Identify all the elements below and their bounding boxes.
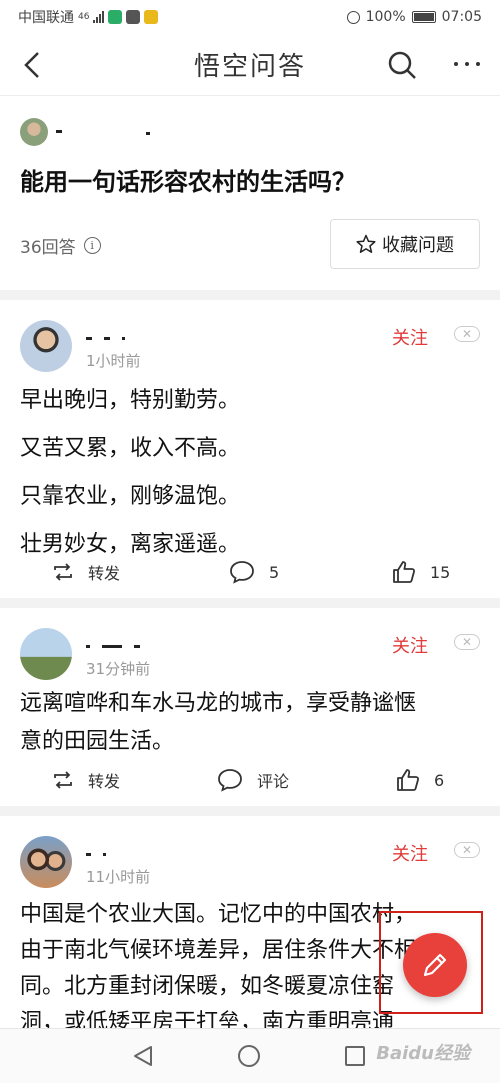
follow-button[interactable]: 关注 [392, 324, 428, 350]
question-card: 能用一句话形容农村的生活吗？ 36回答 i 收藏问题 [0, 96, 500, 290]
repost-label: 转发 [88, 564, 121, 583]
dismiss-button[interactable]: ✕ [454, 326, 480, 342]
search-icon [388, 51, 416, 79]
app-header: 悟空问答 [0, 34, 500, 96]
nav-recent-button[interactable] [345, 1046, 365, 1066]
app-notification-icon [144, 10, 159, 24]
nav-home-button[interactable] [238, 1045, 260, 1067]
username-redacted [86, 844, 118, 856]
system-nav-bar: Baidu经验 [0, 1028, 500, 1083]
carrier-label: 中国联通 [18, 10, 74, 26]
avatar[interactable] [20, 628, 72, 680]
repost-label: 转发 [88, 772, 121, 791]
info-icon[interactable]: i [83, 237, 101, 254]
answer-content: 远离喧哗和车水马龙的城市，享受静谧惬 意的田园生活。 [20, 685, 480, 761]
like-count: 15 [430, 562, 451, 582]
answer-time: 31分钟前 [86, 660, 151, 678]
comment-label: 评论 [257, 772, 290, 791]
alarm-icon [346, 10, 360, 24]
answer-actions: 转发 评论 6 [0, 768, 500, 798]
watermark: Baidu经验 [376, 1043, 470, 1064]
wechat-notification-icon [108, 10, 123, 24]
pencil-icon [423, 953, 447, 977]
follow-button[interactable]: 关注 [392, 632, 428, 658]
answer-actions: 转发 5 15 [0, 560, 500, 590]
asker-avatar[interactable] [20, 118, 48, 146]
comment-bubble-icon [230, 561, 254, 584]
answer-time: 1小时前 [86, 352, 141, 370]
comment-button[interactable]: 5 [229, 560, 279, 584]
answer-content: 早出晚归，特别勤劳。 又苦又累，收入不高。 只靠农业，刚够温饱。 壮男妙女，离家… [20, 377, 480, 569]
battery-icon [411, 11, 436, 23]
like-button[interactable]: 15 [392, 560, 450, 584]
more-dots-icon[interactable] [454, 62, 480, 66]
like-count: 6 [434, 770, 445, 790]
avatar[interactable] [20, 320, 72, 372]
favorite-question-button[interactable]: 收藏问题 [330, 219, 480, 269]
repost-icon [54, 771, 72, 789]
follow-button[interactable]: 关注 [392, 840, 428, 866]
answer-card: 1小时前 关注 ✕ 早出晚归，特别勤劳。 又苦又累，收入不高。 只靠农业，刚够温… [0, 300, 500, 598]
search-button[interactable] [386, 49, 418, 81]
answer-card: 31分钟前 关注 ✕ 远离喧哗和车水马龙的城市，享受静谧惬 意的田园生活。 转发… [0, 608, 500, 806]
star-outline-icon [356, 234, 376, 253]
clock: 07:05 [441, 9, 482, 25]
thumb-up-icon [393, 561, 416, 583]
battery-percent: 100% [365, 9, 406, 25]
answer-time: 11小时前 [86, 868, 151, 886]
like-button[interactable]: 6 [396, 768, 444, 792]
asker-name-redacted [56, 130, 62, 133]
briefcase-icon [126, 10, 141, 24]
dismiss-button[interactable]: ✕ [454, 634, 480, 650]
dismiss-button[interactable]: ✕ [454, 842, 480, 858]
thumb-up-icon [397, 769, 420, 791]
answer-line: 意的田园生活。 [20, 729, 175, 754]
answer-count: 36回答 i [20, 233, 101, 258]
signal-icon [93, 11, 105, 23]
repost-button[interactable]: 转发 [52, 768, 120, 792]
username-redacted [86, 328, 137, 340]
status-bar: 中国联通 46 100% 07:05 [0, 0, 500, 34]
nav-back-button[interactable] [133, 1045, 153, 1071]
avatar[interactable] [20, 836, 72, 888]
triangle-back-icon [134, 1046, 152, 1066]
answer-line: 远离喧哗和车水马龙的城市，享受静谧惬 [20, 691, 417, 716]
answer-line: 早出晚归，特别勤劳。 [20, 388, 241, 413]
network-label: 46 [78, 12, 90, 22]
comment-count: 5 [269, 562, 280, 582]
repost-button[interactable]: 转发 [52, 560, 120, 584]
comment-bubble-icon [218, 769, 242, 792]
answer-count-label: 36回答 [20, 238, 76, 258]
asker-name-redacted-mark [146, 132, 150, 135]
comment-button[interactable]: 评论 [217, 768, 289, 792]
question-title: 能用一句话形容农村的生活吗？ [20, 168, 356, 196]
username-redacted [86, 636, 152, 648]
repost-icon [54, 563, 72, 581]
write-answer-button[interactable] [403, 933, 467, 997]
answer-line: 只靠农业，刚够温饱。 [20, 484, 241, 509]
favorite-label: 收藏问题 [382, 235, 454, 256]
answer-line: 又苦又累，收入不高。 [20, 436, 241, 461]
page-title: 悟空问答 [193, 52, 306, 82]
